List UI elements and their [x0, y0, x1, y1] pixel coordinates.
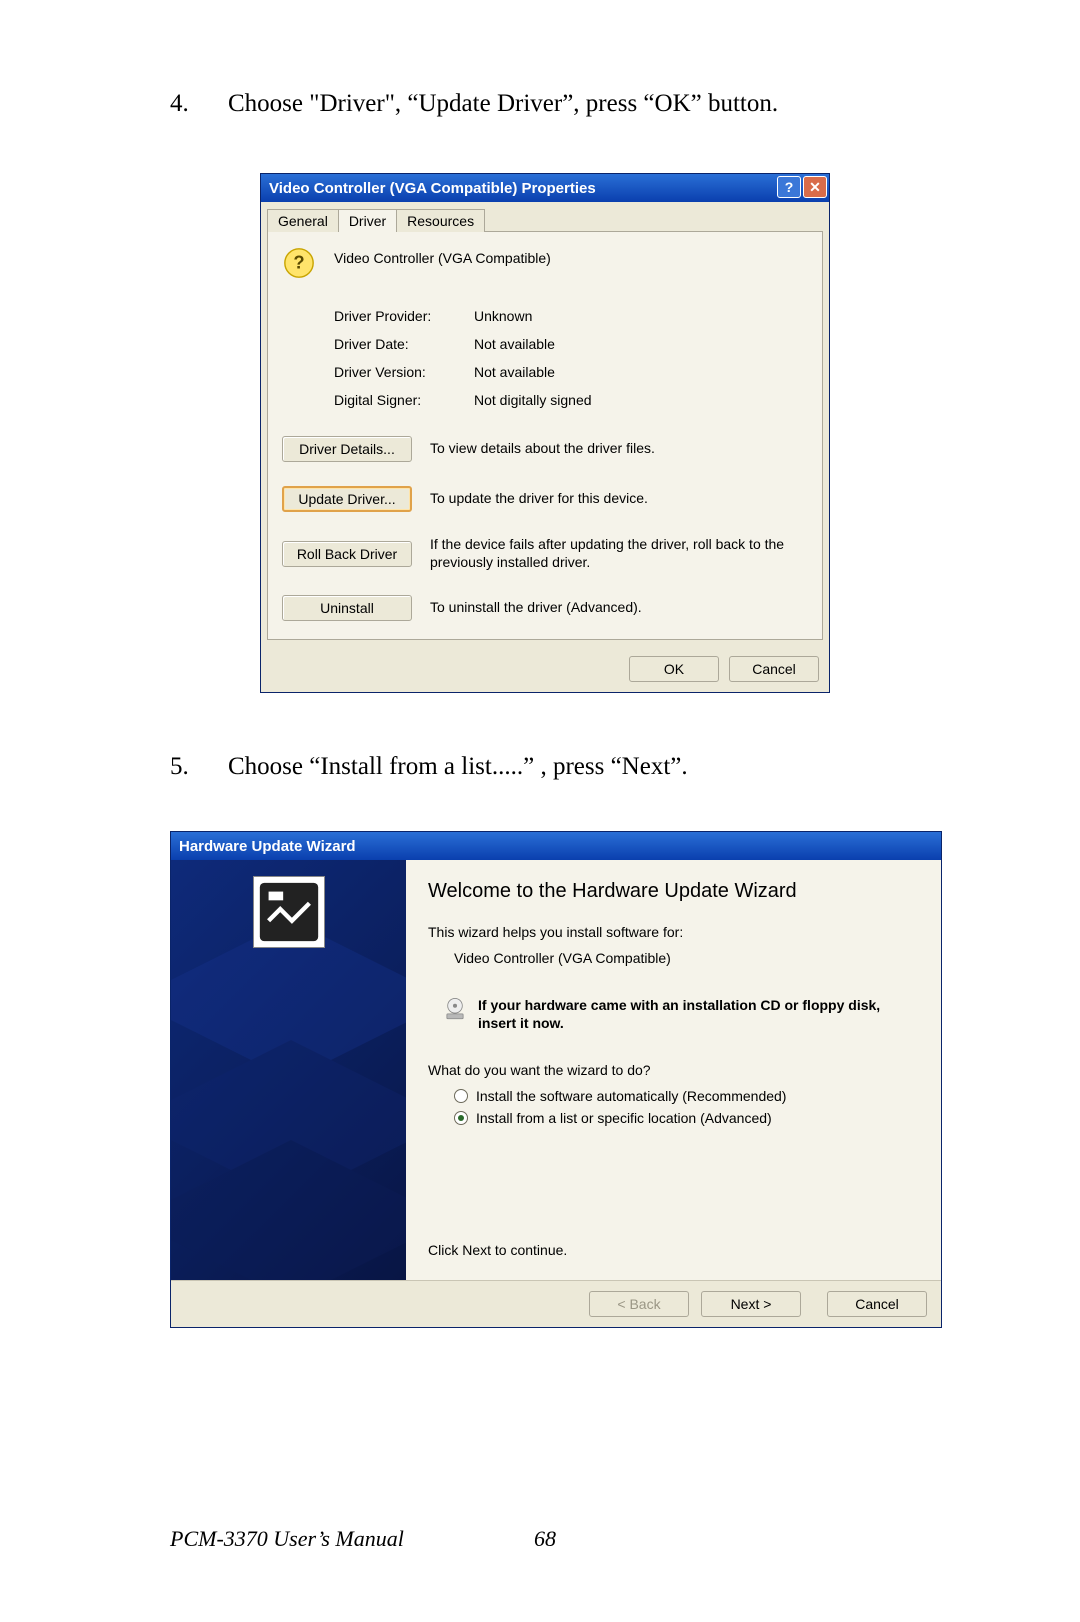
roll-back-driver-desc: If the device fails after updating the d…: [430, 536, 808, 571]
wizard-click-next-text: Click Next to continue.: [428, 1242, 919, 1258]
radio-install-automatically[interactable]: Install the software automatically (Reco…: [454, 1088, 919, 1104]
ok-button[interactable]: OK: [629, 656, 719, 682]
wizard-cd-notice-text: If your hardware came with an installati…: [478, 996, 919, 1032]
help-button[interactable]: ?: [777, 176, 801, 198]
device-name: Video Controller (VGA Compatible): [334, 246, 551, 266]
dialog-footer: OK Cancel: [261, 646, 829, 692]
digital-signer-label: Digital Signer:: [334, 392, 474, 408]
instruction-step-4: 4. Choose "Driver", “Update Driver”, pre…: [170, 90, 920, 118]
uninstall-desc: To uninstall the driver (Advanced).: [430, 599, 808, 617]
driver-version-value: Not available: [474, 364, 808, 380]
roll-back-driver-button[interactable]: Roll Back Driver: [282, 541, 412, 567]
close-button[interactable]: ✕: [803, 176, 827, 198]
wizard-footer: < Back Next > Cancel: [171, 1280, 941, 1327]
wizard-device-name: Video Controller (VGA Compatible): [454, 950, 919, 966]
uninstall-button[interactable]: Uninstall: [282, 595, 412, 621]
instruction-step-5: 5. Choose “Install from a list.....” , p…: [170, 753, 920, 781]
radio-icon: [454, 1089, 468, 1103]
back-button: < Back: [589, 1291, 689, 1317]
tab-general[interactable]: General: [267, 209, 339, 232]
titlebar: Video Controller (VGA Compatible) Proper…: [261, 174, 829, 202]
cd-icon: [442, 996, 468, 1022]
radio-icon: [454, 1111, 468, 1125]
tab-driver[interactable]: Driver: [338, 209, 397, 232]
step-number: 4.: [170, 90, 228, 118]
dialog-title: Video Controller (VGA Compatible) Proper…: [269, 180, 596, 197]
driver-provider-value: Unknown: [474, 308, 808, 324]
driver-provider-label: Driver Provider:: [334, 308, 474, 324]
radio-label: Install the software automatically (Reco…: [476, 1088, 786, 1104]
wizard-cd-notice: If your hardware came with an installati…: [442, 996, 919, 1032]
radio-label: Install from a list or specific location…: [476, 1110, 772, 1126]
next-button[interactable]: Next >: [701, 1291, 801, 1317]
driver-date-value: Not available: [474, 336, 808, 352]
digital-signer-value: Not digitally signed: [474, 392, 808, 408]
cancel-button[interactable]: Cancel: [729, 656, 819, 682]
tab-resources[interactable]: Resources: [396, 209, 485, 232]
page-number: 68: [534, 1526, 556, 1552]
svg-text:?: ?: [293, 252, 304, 273]
wizard-heading: Welcome to the Hardware Update Wizard: [428, 878, 919, 904]
step-number: 5.: [170, 753, 228, 781]
dialog-title: Hardware Update Wizard: [179, 838, 356, 855]
hardware-update-wizard-dialog: Hardware Update Wizard Welcome: [170, 831, 942, 1328]
cancel-button[interactable]: Cancel: [827, 1291, 927, 1317]
properties-dialog: Video Controller (VGA Compatible) Proper…: [260, 173, 830, 693]
driver-version-label: Driver Version:: [334, 364, 474, 380]
wizard-intro-text: This wizard helps you install software f…: [428, 924, 919, 940]
titlebar: Hardware Update Wizard: [171, 832, 941, 860]
wizard-hardware-icon: [253, 876, 325, 948]
driver-details-button[interactable]: Driver Details...: [282, 436, 412, 462]
unknown-device-icon: ?: [282, 246, 316, 280]
step-text: Choose "Driver", “Update Driver”, press …: [228, 90, 920, 118]
update-driver-button[interactable]: Update Driver...: [282, 486, 412, 512]
update-driver-desc: To update the driver for this device.: [430, 490, 808, 508]
page-footer: PCM-3370 User’s Manual 68: [170, 1526, 920, 1552]
driver-details-desc: To view details about the driver files.: [430, 440, 808, 458]
step-text: Choose “Install from a list.....” , pres…: [228, 753, 920, 781]
wizard-question: What do you want the wizard to do?: [428, 1062, 919, 1078]
tab-strip: General Driver Resources: [261, 202, 829, 231]
driver-properties: Driver Provider: Unknown Driver Date: No…: [334, 308, 808, 408]
manual-title: PCM-3370 User’s Manual: [170, 1526, 404, 1552]
wizard-main-pane: Welcome to the Hardware Update Wizard Th…: [406, 860, 941, 1280]
driver-tab-pane: ? Video Controller (VGA Compatible) Driv…: [267, 231, 823, 640]
radio-install-from-list[interactable]: Install from a list or specific location…: [454, 1110, 919, 1126]
wizard-side-banner: [171, 860, 406, 1280]
driver-date-label: Driver Date:: [334, 336, 474, 352]
